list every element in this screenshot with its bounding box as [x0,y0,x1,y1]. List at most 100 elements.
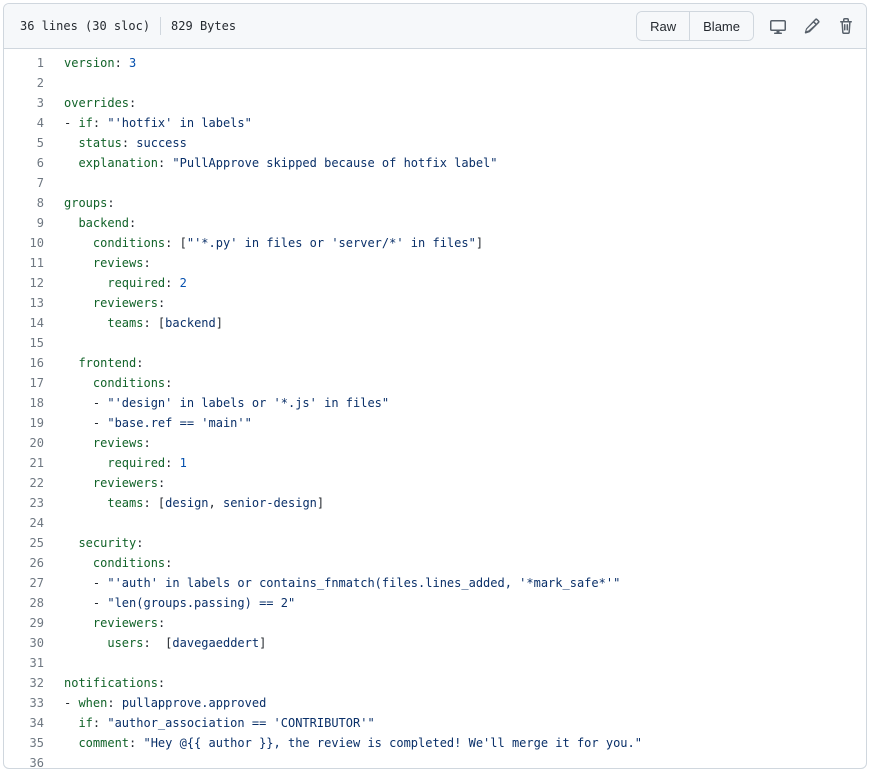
code-line: 25 security: [4,533,866,553]
code-token: required [107,456,166,470]
line-number[interactable]: 8 [4,193,64,213]
line-number[interactable]: 35 [4,733,64,753]
line-number[interactable]: 16 [4,353,64,373]
line-number[interactable]: 6 [4,153,64,173]
code-token: : [143,256,151,270]
code-token: teams [107,496,144,510]
line-number[interactable]: 10 [4,233,64,253]
line-source: required: 1 [64,453,186,473]
line-source: - "'auth' in labels or contains_fnmatch(… [64,573,620,593]
code-line: 33- when: pullapprove.approved [4,693,866,713]
line-number[interactable]: 29 [4,613,64,633]
line-source: version: 3 [64,53,136,73]
code-token: ] [215,316,223,330]
line-number[interactable]: 19 [4,413,64,433]
line-source: reviews: [64,253,151,273]
code-token: : [157,616,166,630]
code-token: reviewers [92,476,158,490]
line-number[interactable]: 17 [4,373,64,393]
code-token: "base.ref == 'main'" [107,416,252,430]
line-source: reviewers: [64,473,165,493]
line-number[interactable]: 9 [4,213,64,233]
code-token: : [165,456,180,470]
file-header: 36 lines (30 sloc) 829 Bytes Raw Blame [4,4,866,49]
line-number[interactable]: 31 [4,653,64,673]
line-number[interactable]: 12 [4,273,64,293]
line-number[interactable]: 21 [4,453,64,473]
code-token: explanation [78,156,158,170]
line-number[interactable]: 15 [4,333,64,353]
line-number[interactable]: 24 [4,513,64,533]
line-number[interactable]: 36 [4,753,64,768]
line-source: - if: "'hotfix' in labels" [64,113,252,133]
line-number[interactable]: 30 [4,633,64,653]
line-number[interactable]: 26 [4,553,64,573]
code-token: reviews [92,256,144,270]
line-number[interactable]: 4 [4,113,64,133]
line-number[interactable]: 3 [4,93,64,113]
code-line: 7 [4,173,866,193]
code-line: 29 reviewers: [4,613,866,633]
code-token: : [121,136,137,150]
code-line: 9 backend: [4,213,866,233]
code-token: backend [165,316,216,330]
line-count: 36 lines (30 sloc) [20,19,151,33]
line-number[interactable]: 22 [4,473,64,493]
file-size: 829 Bytes [171,19,237,33]
line-number[interactable]: 11 [4,253,64,273]
code-token: - [64,596,108,610]
line-number[interactable]: 7 [4,173,64,193]
code-token: : [143,436,151,450]
code-token: conditions [92,236,166,250]
line-source: backend: [64,213,136,233]
line-number[interactable]: 23 [4,493,64,513]
trash-icon[interactable] [834,14,858,38]
desktop-icon[interactable] [766,14,790,38]
line-source: reviewers: [64,613,165,633]
code-token: status [78,136,122,150]
code-token: : [92,716,108,730]
line-number[interactable]: 13 [4,293,64,313]
line-number[interactable]: 2 [4,73,64,93]
code-token: version [64,56,115,70]
code-view: 1 version: 3 2 3 overrides: 4- if: "'hotfix' … [4,49,866,768]
raw-button[interactable]: Raw [637,12,690,40]
code-token: success [136,136,187,150]
line-number[interactable]: 28 [4,593,64,613]
code-token: required [107,276,166,290]
line-number[interactable]: 18 [4,393,64,413]
line-number[interactable]: 20 [4,433,64,453]
code-line: 12 required: 2 [4,273,866,293]
line-number[interactable]: 25 [4,533,64,553]
line-source: reviews: [64,433,151,453]
line-source: users: [davegaeddert] [64,633,266,653]
line-source: required: 2 [64,273,186,293]
line-number[interactable]: 5 [4,133,64,153]
code-line: 16 frontend: [4,353,866,373]
code-line: 3 overrides: [4,93,866,113]
code-token: : [165,376,173,390]
line-number[interactable]: 34 [4,713,64,733]
line-number[interactable]: 32 [4,673,64,693]
line-number[interactable]: 27 [4,573,64,593]
code-token: - [64,396,108,410]
code-token: reviewers [92,616,158,630]
line-number[interactable]: 14 [4,313,64,333]
code-token: : [157,156,173,170]
line-number[interactable]: 1 [4,53,64,73]
code-token: : [165,276,180,290]
blame-button[interactable]: Blame [689,12,753,40]
pencil-icon[interactable] [800,14,824,38]
line-source: teams: [design, senior-design] [64,493,324,513]
code-line: 1 version: 3 [4,53,866,73]
code-line: 21 required: 1 [4,453,866,473]
code-line: 17 conditions: [4,373,866,393]
line-number[interactable]: 33 [4,693,64,713]
